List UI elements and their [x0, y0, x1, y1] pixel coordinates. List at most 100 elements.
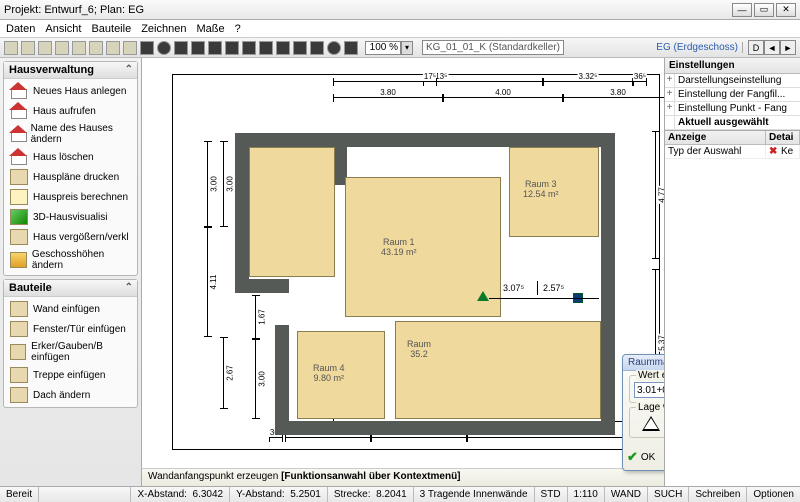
title-bar: Projekt: Entwurf_6; Plan: EG — ▭ ✕	[0, 0, 800, 20]
floor-plan: Raum 1 43.19 m² Raum 3 12.54 m² Raum 4 9…	[217, 115, 629, 435]
menu-masse[interactable]: Maße	[196, 23, 224, 35]
minimize-button[interactable]: —	[732, 3, 752, 17]
tool-icon[interactable]	[4, 41, 18, 55]
sidebar-item-dach[interactable]: Dach ändern	[4, 385, 137, 405]
status-ratio[interactable]: 1:110	[568, 487, 605, 502]
tool-icon[interactable]	[38, 41, 52, 55]
sidebar-item-erker[interactable]: Erker/Gauben/B einfügen	[4, 339, 137, 365]
col-header[interactable]: Detai	[766, 131, 800, 144]
sidebar-item-preis[interactable]: Hauspreis berechnen	[4, 187, 137, 207]
menu-daten[interactable]: Daten	[6, 23, 35, 35]
tool-icon[interactable]	[106, 41, 120, 55]
tool-icon[interactable]	[72, 41, 86, 55]
tool-icon[interactable]	[55, 41, 69, 55]
tool-icon[interactable]	[293, 41, 307, 55]
sidebar-item-treppe[interactable]: Treppe einfügen	[4, 365, 137, 385]
tool-icon[interactable]	[157, 41, 171, 55]
status-optionen[interactable]: Optionen	[747, 487, 800, 502]
settings-row[interactable]: +Einstellung Punkt - Fang	[665, 102, 800, 116]
zoom-dropdown-icon[interactable]: ▾	[401, 41, 413, 55]
group-lage: Lage wählen	[629, 407, 664, 438]
sidebar-item-haus-aufrufen[interactable]: Haus aufrufen	[4, 101, 137, 121]
drawing-area[interactable]: 7.13⁵ 17⁵ 3.32⁵ 36⁵ 3.80 4.00 3.80 3.00 …	[172, 74, 660, 450]
divider	[537, 281, 538, 295]
expand-icon[interactable]: +	[665, 74, 675, 87]
sidebar-item-drucken[interactable]: Hauspläne drucken	[4, 167, 137, 187]
sidebar-item-fenster[interactable]: Fenster/Tür einfügen	[4, 319, 137, 339]
selection-table: AnzeigeDetai Typ der Auswahl✖Ke	[665, 130, 800, 159]
status-schreiben[interactable]: Schreiben	[689, 487, 747, 502]
value-input[interactable]	[634, 382, 664, 398]
tool-icon[interactable]	[191, 41, 205, 55]
tool-icon[interactable]	[208, 41, 222, 55]
sidebar-item-3d[interactable]: 3D-Hausvisualisi	[4, 207, 137, 227]
tool-icon[interactable]	[123, 41, 137, 55]
sidebar-item-wand[interactable]: Wand einfügen	[4, 299, 137, 319]
panel-head[interactable]: Hausverwaltung⌃	[4, 62, 137, 79]
status-such[interactable]: SUCH	[648, 487, 689, 502]
tool-icon[interactable]	[242, 41, 256, 55]
floor-link[interactable]: EG (Erdgeschoss)	[652, 42, 743, 53]
sidebar-item-name-aendern[interactable]: Name des Hauses ändern	[4, 121, 137, 147]
printer-icon	[10, 169, 28, 185]
nav-d[interactable]: D	[748, 40, 764, 55]
room-label: Raum 35.2	[407, 339, 431, 359]
menu-zeichnen[interactable]: Zeichnen	[141, 23, 186, 35]
measure-line	[489, 298, 599, 299]
group-label: Lage wählen	[636, 402, 664, 413]
expand-icon[interactable]: +	[665, 102, 675, 115]
nav-prev-icon[interactable]: ◄	[764, 40, 780, 55]
tool-icon[interactable]	[276, 41, 290, 55]
tool-icon[interactable]	[259, 41, 273, 55]
tool-icon[interactable]	[21, 41, 35, 55]
menu-bauteile[interactable]: Bauteile	[91, 23, 131, 35]
nav-next-icon[interactable]: ►	[780, 40, 796, 55]
chevron-up-icon: ⌃	[125, 64, 133, 75]
menu-bar: Daten Ansicht Bauteile Zeichnen Maße ?	[0, 20, 800, 38]
tool-icon[interactable]	[310, 41, 324, 55]
marker-triangle-icon[interactable]	[477, 291, 489, 301]
settings-head[interactable]: Einstellungen	[665, 58, 800, 74]
settings-pane: Einstellungen +Darstellungseinstellung +…	[664, 58, 800, 486]
ok-button[interactable]: ✔OK	[627, 449, 655, 465]
close-button[interactable]: ✕	[776, 3, 796, 17]
zoom-combo[interactable]: ▾	[365, 41, 413, 55]
layer-field[interactable]: KG_01_01_K (Standardkeller)	[422, 40, 564, 55]
position-triangle-icon[interactable]	[642, 416, 660, 431]
sidebar-item-neues-haus[interactable]: Neues Haus anlegen	[4, 81, 137, 101]
tool-icon[interactable]	[327, 41, 341, 55]
maximize-button[interactable]: ▭	[754, 3, 774, 17]
window-title: Projekt: Entwurf_6; Plan: EG	[4, 4, 144, 16]
dialog-title[interactable]: Raummaß angeben	[623, 355, 664, 371]
room-label: Raum 3 12.54 m²	[523, 179, 559, 199]
tool-icon[interactable]	[344, 41, 358, 55]
settings-row[interactable]: +Darstellungseinstellung	[665, 74, 800, 88]
tool-icon[interactable]	[174, 41, 188, 55]
room-label: Raum 1 43.19 m²	[381, 237, 417, 257]
menu-help[interactable]: ?	[235, 23, 241, 35]
drawing-canvas[interactable]: 7.13⁵ 17⁵ 3.32⁵ 36⁵ 3.80 4.00 3.80 3.00 …	[142, 58, 664, 486]
panel-head[interactable]: Bauteile⌃	[4, 280, 137, 297]
menu-ansicht[interactable]: Ansicht	[45, 23, 81, 35]
status-bar: Bereit X-Abstand: 6.3042 Y-Abstand: 5.25…	[0, 486, 800, 502]
status-wand[interactable]: WAND	[605, 487, 648, 502]
roof-icon	[10, 387, 28, 403]
tool-icon[interactable]	[140, 41, 154, 55]
col-header[interactable]: Anzeige	[665, 131, 766, 144]
value-combo[interactable]: ▾	[634, 382, 664, 398]
sidebar-item-haus-loeschen[interactable]: Haus löschen	[4, 147, 137, 167]
settings-row[interactable]: +Einstellung der Fangfil...	[665, 88, 800, 102]
status-std[interactable]: STD	[535, 487, 568, 502]
status-ready: Bereit	[0, 487, 39, 502]
height-icon	[10, 252, 27, 268]
settings-row: Aktuell ausgewählt	[665, 116, 800, 130]
tool-icon[interactable]	[89, 41, 103, 55]
sidebar-item-geschoss[interactable]: Geschosshöhen ändern	[4, 247, 137, 273]
expand-icon[interactable]: +	[665, 88, 675, 101]
dimension-line: 36⁵	[269, 437, 283, 447]
tool-icon[interactable]	[225, 41, 239, 55]
zoom-input[interactable]	[365, 41, 401, 55]
status-x: X-Abstand: 6.3042	[131, 487, 230, 502]
table-row[interactable]: Typ der Auswahl✖Ke	[665, 145, 800, 159]
sidebar-item-resize[interactable]: Haus vergößern/verkl	[4, 227, 137, 247]
